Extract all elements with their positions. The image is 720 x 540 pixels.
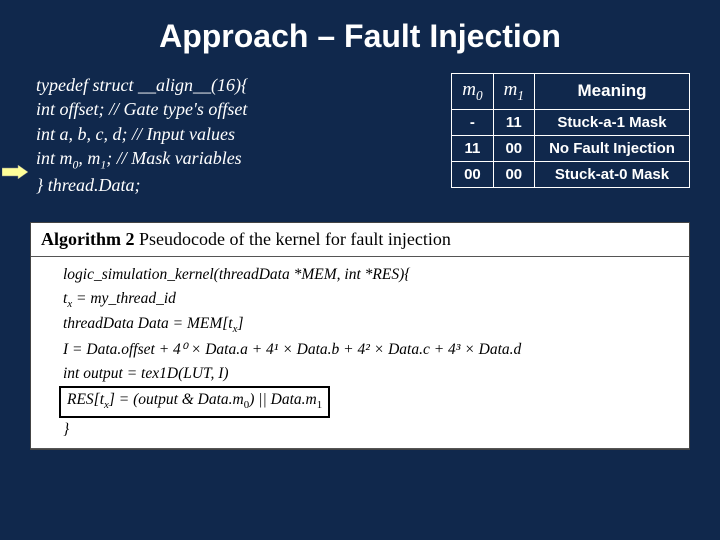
cell-m1: 00 bbox=[493, 161, 534, 187]
table-header-row: m0 m1 Meaning bbox=[452, 74, 690, 110]
top-section: typedef struct __align__(16){ int offset… bbox=[30, 73, 690, 198]
algo-line-highlighted: RES[tx] = (output & Data.m0) || Data.m1 bbox=[49, 386, 677, 418]
col-m0: m0 bbox=[452, 74, 493, 110]
algo-line: tx = my_thread_id bbox=[49, 287, 677, 313]
cell-m1: 00 bbox=[493, 135, 534, 161]
struct-line-3: int a, b, c, d; // Input values bbox=[36, 122, 433, 146]
algo-line: int output = tex1D(LUT, I) bbox=[49, 362, 677, 386]
algo-line: logic_simulation_kernel(threadData *MEM,… bbox=[49, 263, 677, 287]
algo-line: I = Data.offset + 4⁰ × Data.a + 4¹ × Dat… bbox=[49, 338, 677, 362]
algo-line: } bbox=[49, 418, 677, 442]
cell-meaning: No Fault Injection bbox=[535, 135, 690, 161]
algorithm-body: logic_simulation_kernel(threadData *MEM,… bbox=[31, 257, 689, 450]
col-m1: m1 bbox=[493, 74, 534, 110]
col-meaning: Meaning bbox=[535, 74, 690, 110]
algo-line: threadData Data = MEM[tx] bbox=[49, 312, 677, 338]
cell-m0: 11 bbox=[452, 135, 493, 161]
page-title: Approach – Fault Injection bbox=[30, 18, 690, 55]
cell-meaning: Stuck-a-1 Mask bbox=[535, 109, 690, 135]
table-row: 00 00 Stuck-at-0 Mask bbox=[452, 161, 690, 187]
algorithm-box: Algorithm 2 Pseudocode of the kernel for… bbox=[30, 222, 690, 451]
cell-m0: 00 bbox=[452, 161, 493, 187]
struct-definition: typedef struct __align__(16){ int offset… bbox=[30, 73, 433, 198]
mask-meaning-table: m0 m1 Meaning - 11 Stuck-a-1 Mask 11 00 … bbox=[451, 73, 690, 188]
table-row: - 11 Stuck-a-1 Mask bbox=[452, 109, 690, 135]
table-row: 11 00 No Fault Injection bbox=[452, 135, 690, 161]
cell-m1: 11 bbox=[493, 109, 534, 135]
struct-line-4: int m0, m1; // Mask variables bbox=[36, 146, 433, 173]
struct-line-2: int offset; // Gate type's offset bbox=[36, 97, 433, 121]
algorithm-title: Algorithm 2 Pseudocode of the kernel for… bbox=[31, 223, 689, 257]
pointer-arrow-icon bbox=[2, 161, 28, 185]
cell-m0: - bbox=[452, 109, 493, 135]
struct-line-5: } thread.Data; bbox=[36, 173, 433, 197]
struct-line-1: typedef struct __align__(16){ bbox=[36, 73, 433, 97]
cell-meaning: Stuck-at-0 Mask bbox=[535, 161, 690, 187]
